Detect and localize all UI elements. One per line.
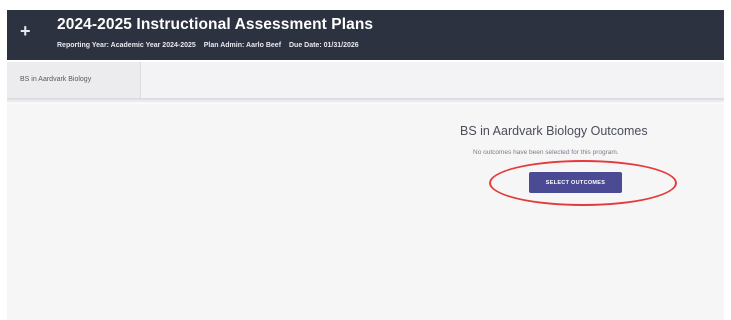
select-outcomes-button[interactable]: SELECT OUTCOMES [529,172,622,193]
plus-icon[interactable]: + [20,22,31,40]
reporting-year: Reporting Year: Academic Year 2024-2025 [57,42,196,49]
tab-label: BS in Aardvark Biology [20,76,92,83]
tab-bs-aardvark-biology[interactable]: BS in Aardvark Biology [7,62,141,98]
program-tab-bar: BS in Aardvark Biology [7,62,724,98]
plan-admin: Plan Admin: Aarlo Beef [203,42,282,49]
due-date: Due Date: 01/31/2026 [288,42,359,49]
assessment-plan-page: + 2024-2025 Instructional Assessment Pla… [0,0,731,320]
page-header: + 2024-2025 Instructional Assessment Pla… [7,10,724,60]
page-title: 2024-2025 Instructional Assessment Plans [57,16,374,33]
plan-meta: Reporting Year: Academic Year 2024-2025 … [57,42,365,49]
outcomes-heading: BS in Aardvark Biology Outcomes [460,124,648,138]
empty-outcomes-message: No outcomes have been selected for this … [473,149,619,156]
